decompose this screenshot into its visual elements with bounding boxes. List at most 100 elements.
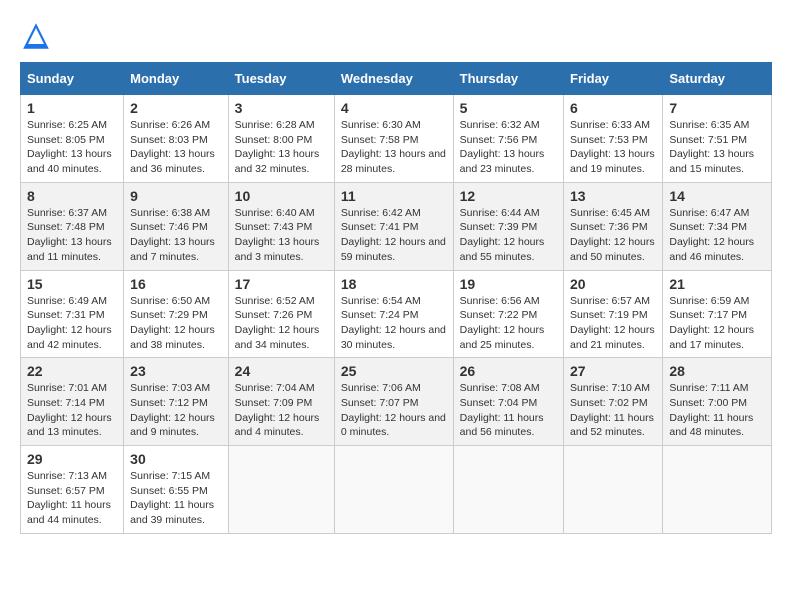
calendar-cell: 15 Sunrise: 6:49 AMSunset: 7:31 PMDaylig… bbox=[21, 270, 124, 358]
day-number: 13 bbox=[570, 188, 656, 204]
calendar-cell: 8 Sunrise: 6:37 AMSunset: 7:48 PMDayligh… bbox=[21, 182, 124, 270]
header-sunday: Sunday bbox=[21, 63, 124, 95]
header-thursday: Thursday bbox=[453, 63, 563, 95]
day-number: 25 bbox=[341, 363, 447, 379]
calendar-cell: 17 Sunrise: 6:52 AMSunset: 7:26 PMDaylig… bbox=[228, 270, 334, 358]
calendar-cell: 11 Sunrise: 6:42 AMSunset: 7:41 PMDaylig… bbox=[334, 182, 453, 270]
day-info: Sunrise: 6:54 AMSunset: 7:24 PMDaylight:… bbox=[341, 295, 446, 351]
day-number: 29 bbox=[27, 451, 117, 467]
day-info: Sunrise: 7:06 AMSunset: 7:07 PMDaylight:… bbox=[341, 382, 446, 438]
day-number: 26 bbox=[460, 363, 557, 379]
calendar-cell: 24 Sunrise: 7:04 AMSunset: 7:09 PMDaylig… bbox=[228, 358, 334, 446]
day-info: Sunrise: 6:25 AMSunset: 8:05 PMDaylight:… bbox=[27, 119, 112, 175]
calendar-cell: 27 Sunrise: 7:10 AMSunset: 7:02 PMDaylig… bbox=[564, 358, 663, 446]
day-number: 28 bbox=[669, 363, 765, 379]
day-info: Sunrise: 6:47 AMSunset: 7:34 PMDaylight:… bbox=[669, 207, 754, 263]
day-info: Sunrise: 6:44 AMSunset: 7:39 PMDaylight:… bbox=[460, 207, 545, 263]
day-info: Sunrise: 6:56 AMSunset: 7:22 PMDaylight:… bbox=[460, 295, 545, 351]
calendar-cell: 16 Sunrise: 6:50 AMSunset: 7:29 PMDaylig… bbox=[124, 270, 229, 358]
day-number: 7 bbox=[669, 100, 765, 116]
day-number: 30 bbox=[130, 451, 222, 467]
calendar-cell: 18 Sunrise: 6:54 AMSunset: 7:24 PMDaylig… bbox=[334, 270, 453, 358]
day-number: 10 bbox=[235, 188, 328, 204]
calendar-cell: 30 Sunrise: 7:15 AMSunset: 6:55 PMDaylig… bbox=[124, 446, 229, 534]
day-info: Sunrise: 7:08 AMSunset: 7:04 PMDaylight:… bbox=[460, 382, 544, 438]
calendar-cell: 6 Sunrise: 6:33 AMSunset: 7:53 PMDayligh… bbox=[564, 95, 663, 183]
day-info: Sunrise: 6:59 AMSunset: 7:17 PMDaylight:… bbox=[669, 295, 754, 351]
day-number: 24 bbox=[235, 363, 328, 379]
day-info: Sunrise: 6:42 AMSunset: 7:41 PMDaylight:… bbox=[341, 207, 446, 263]
day-number: 8 bbox=[27, 188, 117, 204]
day-number: 20 bbox=[570, 276, 656, 292]
day-number: 6 bbox=[570, 100, 656, 116]
day-number: 9 bbox=[130, 188, 222, 204]
day-number: 15 bbox=[27, 276, 117, 292]
calendar-week-row: 29 Sunrise: 7:13 AMSunset: 6:57 PMDaylig… bbox=[21, 446, 772, 534]
calendar-cell: 1 Sunrise: 6:25 AMSunset: 8:05 PMDayligh… bbox=[21, 95, 124, 183]
day-info: Sunrise: 6:57 AMSunset: 7:19 PMDaylight:… bbox=[570, 295, 655, 351]
calendar-table: SundayMondayTuesdayWednesdayThursdayFrid… bbox=[20, 62, 772, 534]
calendar-cell: 10 Sunrise: 6:40 AMSunset: 7:43 PMDaylig… bbox=[228, 182, 334, 270]
day-info: Sunrise: 6:49 AMSunset: 7:31 PMDaylight:… bbox=[27, 295, 112, 351]
calendar-cell: 12 Sunrise: 6:44 AMSunset: 7:39 PMDaylig… bbox=[453, 182, 563, 270]
calendar-cell: 25 Sunrise: 7:06 AMSunset: 7:07 PMDaylig… bbox=[334, 358, 453, 446]
day-info: Sunrise: 7:11 AMSunset: 7:00 PMDaylight:… bbox=[669, 382, 753, 438]
logo bbox=[20, 20, 56, 52]
calendar-cell bbox=[228, 446, 334, 534]
day-info: Sunrise: 6:32 AMSunset: 7:56 PMDaylight:… bbox=[460, 119, 545, 175]
day-info: Sunrise: 6:33 AMSunset: 7:53 PMDaylight:… bbox=[570, 119, 655, 175]
header-monday: Monday bbox=[124, 63, 229, 95]
calendar-cell bbox=[663, 446, 772, 534]
header-friday: Friday bbox=[564, 63, 663, 95]
day-info: Sunrise: 7:03 AMSunset: 7:12 PMDaylight:… bbox=[130, 382, 215, 438]
calendar-cell: 2 Sunrise: 6:26 AMSunset: 8:03 PMDayligh… bbox=[124, 95, 229, 183]
day-info: Sunrise: 6:28 AMSunset: 8:00 PMDaylight:… bbox=[235, 119, 320, 175]
calendar-cell bbox=[564, 446, 663, 534]
calendar-cell: 26 Sunrise: 7:08 AMSunset: 7:04 PMDaylig… bbox=[453, 358, 563, 446]
day-info: Sunrise: 6:37 AMSunset: 7:48 PMDaylight:… bbox=[27, 207, 112, 263]
day-number: 12 bbox=[460, 188, 557, 204]
day-number: 5 bbox=[460, 100, 557, 116]
logo-icon bbox=[20, 20, 52, 52]
header-saturday: Saturday bbox=[663, 63, 772, 95]
page-header bbox=[20, 20, 772, 52]
day-number: 16 bbox=[130, 276, 222, 292]
day-info: Sunrise: 6:50 AMSunset: 7:29 PMDaylight:… bbox=[130, 295, 215, 351]
day-number: 1 bbox=[27, 100, 117, 116]
day-info: Sunrise: 7:13 AMSunset: 6:57 PMDaylight:… bbox=[27, 470, 111, 526]
calendar-cell: 5 Sunrise: 6:32 AMSunset: 7:56 PMDayligh… bbox=[453, 95, 563, 183]
calendar-cell: 21 Sunrise: 6:59 AMSunset: 7:17 PMDaylig… bbox=[663, 270, 772, 358]
day-number: 4 bbox=[341, 100, 447, 116]
calendar-cell: 4 Sunrise: 6:30 AMSunset: 7:58 PMDayligh… bbox=[334, 95, 453, 183]
day-info: Sunrise: 6:52 AMSunset: 7:26 PMDaylight:… bbox=[235, 295, 320, 351]
calendar-cell: 20 Sunrise: 6:57 AMSunset: 7:19 PMDaylig… bbox=[564, 270, 663, 358]
calendar-cell: 7 Sunrise: 6:35 AMSunset: 7:51 PMDayligh… bbox=[663, 95, 772, 183]
day-number: 23 bbox=[130, 363, 222, 379]
calendar-header-row: SundayMondayTuesdayWednesdayThursdayFrid… bbox=[21, 63, 772, 95]
day-number: 2 bbox=[130, 100, 222, 116]
calendar-cell bbox=[334, 446, 453, 534]
calendar-cell: 3 Sunrise: 6:28 AMSunset: 8:00 PMDayligh… bbox=[228, 95, 334, 183]
day-number: 19 bbox=[460, 276, 557, 292]
calendar-cell bbox=[453, 446, 563, 534]
day-number: 17 bbox=[235, 276, 328, 292]
day-number: 14 bbox=[669, 188, 765, 204]
calendar-cell: 29 Sunrise: 7:13 AMSunset: 6:57 PMDaylig… bbox=[21, 446, 124, 534]
calendar-week-row: 22 Sunrise: 7:01 AMSunset: 7:14 PMDaylig… bbox=[21, 358, 772, 446]
day-number: 22 bbox=[27, 363, 117, 379]
calendar-week-row: 8 Sunrise: 6:37 AMSunset: 7:48 PMDayligh… bbox=[21, 182, 772, 270]
calendar-cell: 22 Sunrise: 7:01 AMSunset: 7:14 PMDaylig… bbox=[21, 358, 124, 446]
day-number: 27 bbox=[570, 363, 656, 379]
calendar-week-row: 15 Sunrise: 6:49 AMSunset: 7:31 PMDaylig… bbox=[21, 270, 772, 358]
day-info: Sunrise: 7:15 AMSunset: 6:55 PMDaylight:… bbox=[130, 470, 214, 526]
header-tuesday: Tuesday bbox=[228, 63, 334, 95]
calendar-cell: 14 Sunrise: 6:47 AMSunset: 7:34 PMDaylig… bbox=[663, 182, 772, 270]
day-number: 21 bbox=[669, 276, 765, 292]
day-number: 11 bbox=[341, 188, 447, 204]
day-info: Sunrise: 7:01 AMSunset: 7:14 PMDaylight:… bbox=[27, 382, 112, 438]
day-info: Sunrise: 6:38 AMSunset: 7:46 PMDaylight:… bbox=[130, 207, 215, 263]
calendar-cell: 28 Sunrise: 7:11 AMSunset: 7:00 PMDaylig… bbox=[663, 358, 772, 446]
day-info: Sunrise: 7:10 AMSunset: 7:02 PMDaylight:… bbox=[570, 382, 654, 438]
day-info: Sunrise: 6:30 AMSunset: 7:58 PMDaylight:… bbox=[341, 119, 446, 175]
day-info: Sunrise: 6:26 AMSunset: 8:03 PMDaylight:… bbox=[130, 119, 215, 175]
